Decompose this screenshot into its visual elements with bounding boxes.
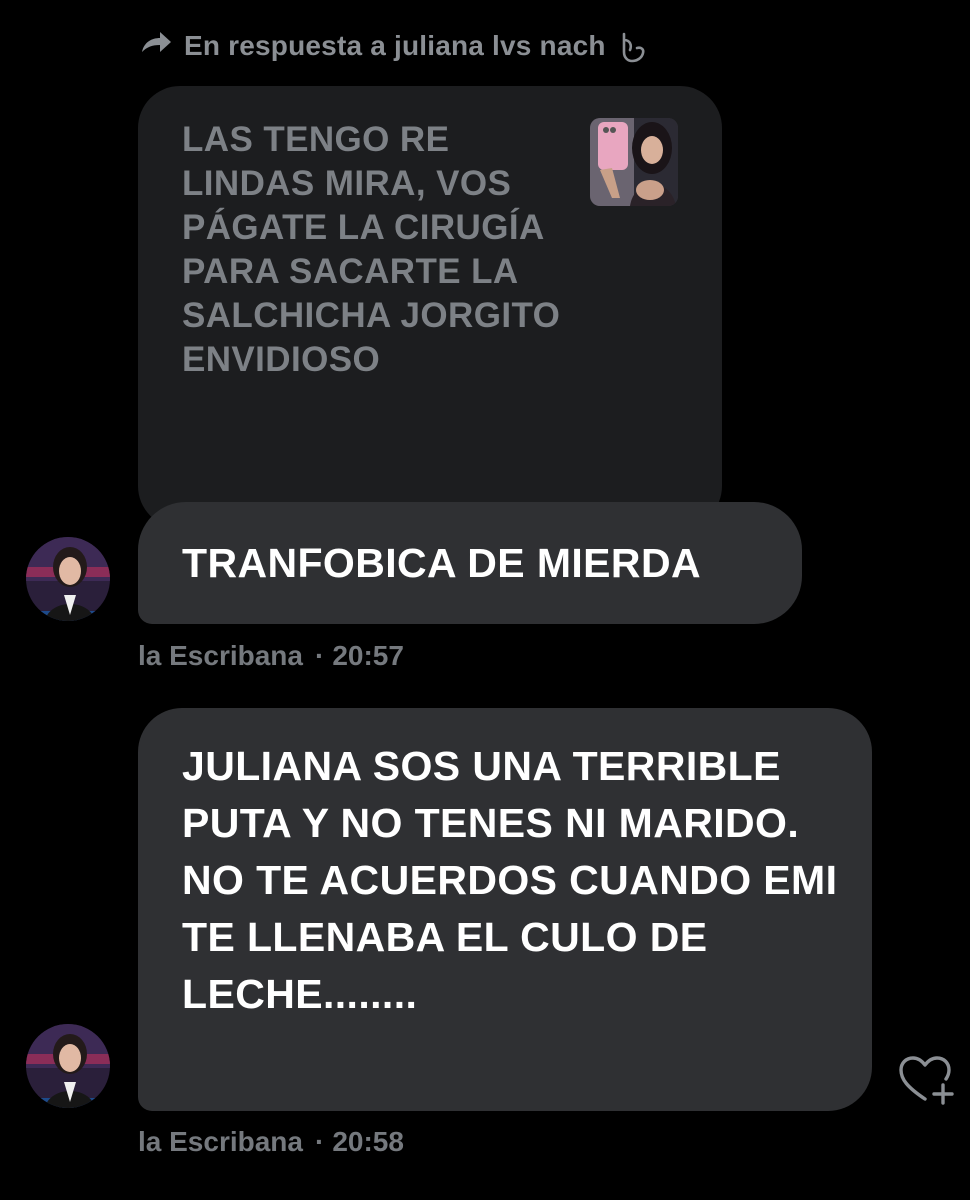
meta-separator: · — [314, 640, 325, 671]
message-meta: la Escribana · 20:57 — [138, 636, 404, 676]
message-time: 20:57 — [332, 640, 404, 671]
reply-context: En respuesta a juliana lvs nach — [138, 24, 650, 68]
sender-avatar[interactable] — [24, 535, 112, 623]
sender-name[interactable]: la Escribana — [138, 1122, 303, 1162]
message-bubble[interactable]: JULIANA SOS UNA TERRIBLE PUTA Y NO TENES… — [138, 708, 872, 1111]
quoted-message-text: LAS TENGO RE LINDAS MIRA, VOS PÁGATE LA … — [182, 120, 561, 379]
message-text: JULIANA SOS UNA TERRIBLE PUTA Y NO TENES… — [182, 743, 838, 1017]
meta-separator: · — [314, 1126, 325, 1157]
quoted-image-thumbnail[interactable] — [590, 118, 678, 206]
dm-conversation: En respuesta a juliana lvs nach LAS TENG… — [0, 0, 970, 1200]
quoted-message-bubble[interactable]: LAS TENGO RE LINDAS MIRA, VOS PÁGATE LA … — [138, 86, 722, 528]
sender-name[interactable]: la Escribana — [138, 636, 303, 676]
message-text: TRANFOBICA DE MIERDA — [182, 540, 701, 586]
reply-context-text: En respuesta a juliana lvs nach — [184, 30, 606, 61]
emoji-icon — [616, 26, 650, 66]
sender-avatar[interactable] — [24, 1022, 112, 1110]
message-meta: la Escribana · 20:58 — [138, 1122, 404, 1162]
reply-arrow-icon — [138, 28, 174, 64]
message-time: 20:58 — [332, 1126, 404, 1157]
message-bubble[interactable]: TRANFOBICA DE MIERDA — [138, 502, 802, 624]
heart-plus-icon[interactable] — [896, 1052, 958, 1108]
